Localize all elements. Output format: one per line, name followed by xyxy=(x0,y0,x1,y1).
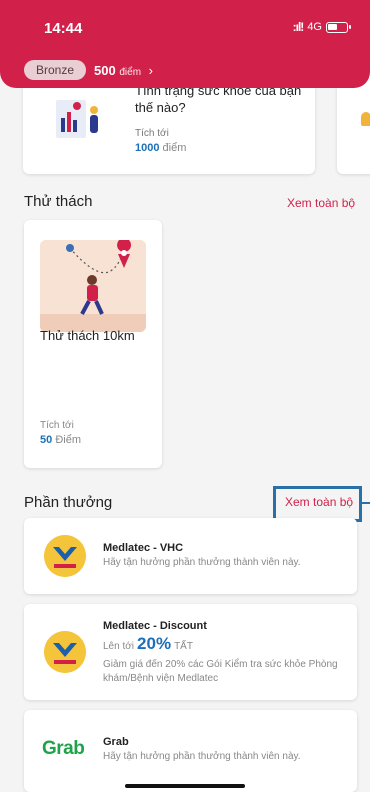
highlight-box xyxy=(273,486,362,522)
reward-description: Giảm giá đến 20% các Gói Kiểm tra sức kh… xyxy=(103,659,338,684)
challenge-accumulate-label: Tích tới xyxy=(40,420,74,431)
membership-points: 500 điểm › xyxy=(94,63,153,78)
health-card-points-value: 1000 xyxy=(135,142,160,154)
health-card-points-unit: điểm xyxy=(162,142,187,154)
home-indicator[interactable] xyxy=(125,784,245,788)
network-label: 4G xyxy=(307,21,322,33)
challenges-see-all-link[interactable]: Xem toàn bộ xyxy=(287,196,355,210)
discount-suffix: TẤT xyxy=(174,641,193,652)
status-icons: :ıl! 4G xyxy=(292,20,351,34)
challenges-section-title: Thử thách xyxy=(24,193,93,210)
membership-row[interactable]: Bronze 500 điểm › xyxy=(24,60,153,80)
highlight-pointer xyxy=(362,502,370,504)
app-header: 14:44 :ıl! 4G Bronze 500 điểm › xyxy=(0,0,370,88)
challenge-card[interactable]: Thử thách 10km Tích tới 50 Điểm xyxy=(24,220,162,468)
reward-name: Medlatec - Discount xyxy=(103,620,207,632)
challenge-points-unit: Điểm xyxy=(55,434,81,446)
reward-name: Medlatec - VHC xyxy=(103,542,184,554)
chevron-right-icon: › xyxy=(148,62,154,78)
reward-card[interactable]: Medlatec - Discount Lên tới 20% TẤT Giảm… xyxy=(24,604,357,700)
reward-name: Grab xyxy=(103,736,129,748)
signal-icon: :ıl! xyxy=(292,20,305,34)
tier-badge: Bronze xyxy=(24,60,87,80)
running-route-icon xyxy=(40,240,146,332)
reward-description: Hãy tận hưởng phần thưởng thành viên này… xyxy=(103,751,301,762)
running-challenge-illustration xyxy=(40,240,146,332)
health-card-points: 1000 điểm xyxy=(135,142,186,154)
health-report-illustration xyxy=(56,100,98,138)
challenge-title: Thử thách 10km xyxy=(40,328,135,343)
status-time: 14:44 xyxy=(44,20,83,37)
reward-card[interactable]: Grab Grab Hãy tận hưởng phần thưởng thàn… xyxy=(24,710,357,792)
rewards-screen: Tình trạng sức khỏe của bạn thế nào? Tíc… xyxy=(0,0,370,792)
medlatec-logo-icon xyxy=(44,535,86,577)
reward-discount: Lên tới 20% TẤT xyxy=(103,634,193,654)
challenge-points-value: 50 xyxy=(40,434,53,446)
points-unit: điểm xyxy=(119,66,142,78)
discount-prefix: Lên tới xyxy=(103,641,135,652)
challenge-points: 50 Điểm xyxy=(40,434,81,446)
points-value: 500 xyxy=(94,62,116,78)
rewards-section-title: Phần thưởng xyxy=(24,494,113,511)
reward-description: Hãy tận hưởng phần thưởng thành viên này… xyxy=(103,557,301,568)
card-illustration-icon xyxy=(361,112,370,126)
medlatec-logo-icon xyxy=(44,631,86,673)
discount-value: 20% xyxy=(137,634,172,653)
battery-icon xyxy=(326,21,351,33)
health-card-accumulate-label: Tích tới xyxy=(135,128,169,139)
reward-card[interactable]: Medlatec - VHC Hãy tận hưởng phần thưởng… xyxy=(24,518,357,594)
grab-logo: Grab xyxy=(42,738,85,759)
